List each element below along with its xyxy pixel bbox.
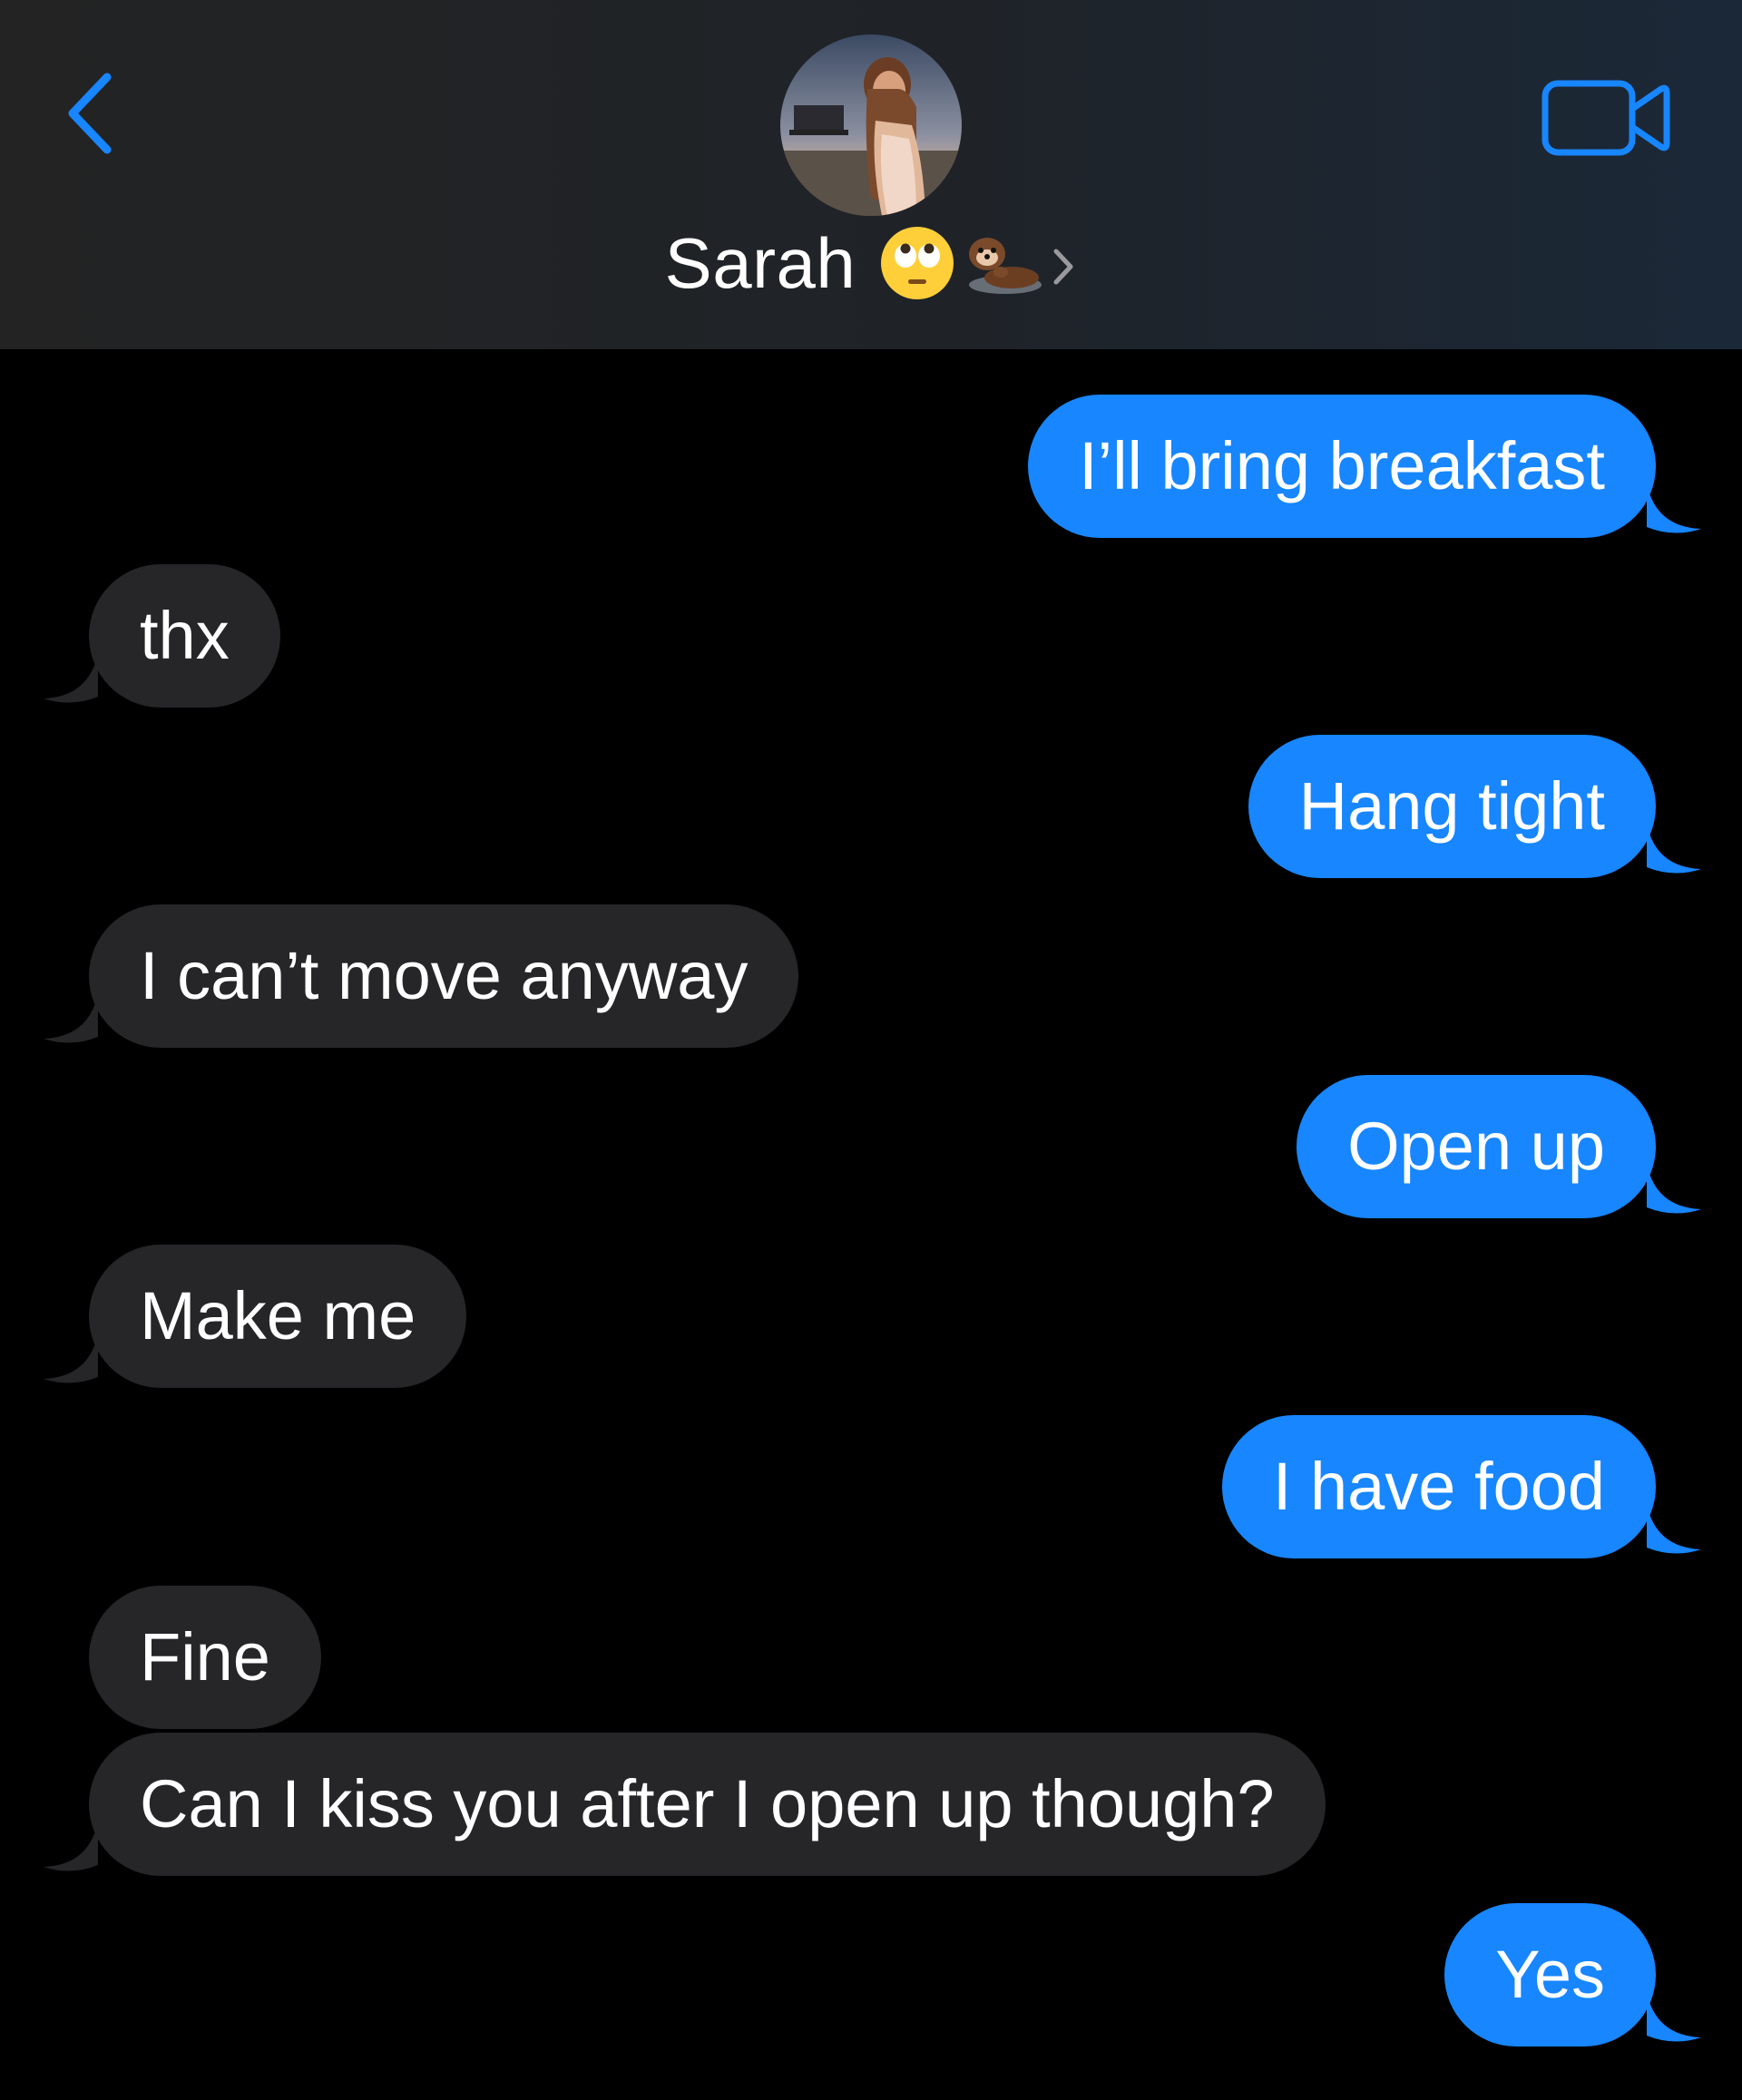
message-text: Make me	[140, 1278, 416, 1353]
face-with-rolling-eyes-emoji-icon	[881, 227, 954, 299]
contact-name: Sarah	[664, 223, 856, 303]
avatar-photo	[780, 34, 962, 216]
message-text: I have food	[1272, 1449, 1605, 1524]
video-call-button[interactable]	[1533, 63, 1678, 172]
message-text: I’ll bring breakfast	[1079, 428, 1605, 503]
received-message-bubble[interactable]: thx	[44, 564, 280, 708]
sent-message-bubble[interactable]: I have food	[1221, 1415, 1701, 1558]
bubble-tail	[1647, 824, 1701, 874]
contact-title[interactable]: Sarah	[0, 218, 1742, 308]
bubble-tail	[1647, 1504, 1701, 1554]
sent-message-bubble[interactable]: Yes	[1444, 1903, 1701, 2046]
received-message-bubble[interactable]: I can’t move anyway	[44, 904, 799, 1048]
bubble-tail	[1647, 1992, 1701, 2042]
message-text: I can’t move anyway	[140, 938, 749, 1013]
video-camera-icon	[1541, 80, 1670, 156]
bubble-tail	[44, 1333, 98, 1383]
contact-emojis	[879, 225, 1046, 301]
message-text: Hang tight	[1298, 768, 1605, 844]
message-text: Fine	[140, 1619, 270, 1695]
sent-message-bubble[interactable]: Open up	[1297, 1075, 1701, 1218]
received-message-bubble[interactable]: Fine	[89, 1586, 321, 1729]
message-text: thx	[140, 598, 230, 673]
message-text: Can I kiss you after I open up though?	[140, 1766, 1275, 1841]
message-text: Yes	[1495, 1937, 1605, 2012]
sent-message-bubble[interactable]: I’ll bring breakfast	[1028, 395, 1701, 538]
bubble-tail	[1647, 1164, 1701, 1214]
otter-emoji-icon	[969, 238, 1042, 294]
contact-avatar[interactable]	[780, 34, 962, 216]
received-message-bubble[interactable]: Can I kiss you after I open up though?	[44, 1733, 1326, 1876]
conversation-header: Sarah	[0, 0, 1742, 349]
chevron-left-icon	[68, 73, 112, 154]
sent-message-bubble[interactable]: Hang tight	[1248, 735, 1701, 878]
bubble-tail	[44, 1822, 98, 1871]
bubble-tail	[44, 653, 98, 703]
bubble-tail	[1647, 483, 1701, 533]
bubble-tail	[44, 993, 98, 1043]
message-text: Open up	[1347, 1109, 1605, 1184]
received-message-bubble[interactable]: Make me	[44, 1245, 467, 1388]
back-button[interactable]	[54, 59, 127, 168]
chevron-right-icon	[1053, 249, 1073, 285]
